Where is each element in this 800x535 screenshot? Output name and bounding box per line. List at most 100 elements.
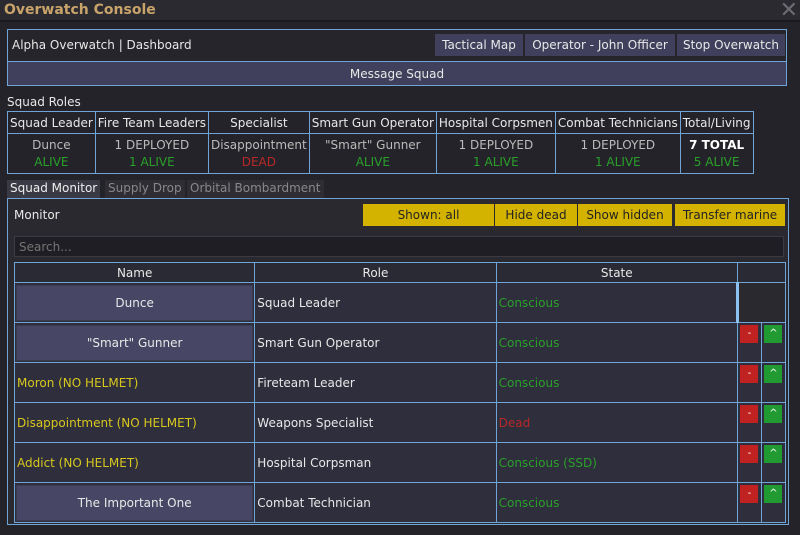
role-value: 7 TOTAL bbox=[689, 137, 745, 152]
role-header: Role bbox=[254, 262, 497, 283]
promote-button[interactable]: ^ bbox=[764, 484, 783, 503]
role-cell: Disappointment DEAD bbox=[207, 133, 310, 174]
name-cell: Addict (NO HELMET) bbox=[13, 442, 256, 483]
demote-cell: - bbox=[736, 482, 762, 523]
role-status: 5 ALIVE bbox=[693, 154, 740, 169]
squad-roles-table: Squad Leader Fire Team Leaders Specialist S… bbox=[7, 111, 754, 174]
role-cell: 1 DEPLOYED 1 ALIVE bbox=[435, 133, 556, 174]
role-value: 1 DEPLOYED bbox=[458, 137, 534, 152]
role-value: Dunce bbox=[32, 137, 71, 152]
monitor-panel: Monitor Shown: all Hide dead Show hidden… bbox=[7, 198, 789, 525]
state-cell: Conscious bbox=[495, 282, 738, 323]
show-hidden-button[interactable]: Show hidden bbox=[578, 204, 672, 226]
promote-button[interactable]: ^ bbox=[764, 324, 783, 343]
table-row: Dunce Squad Leader Conscious bbox=[13, 282, 787, 323]
squad-roles-label: Squad Roles bbox=[7, 95, 81, 109]
role-header: Squad Leader bbox=[7, 111, 96, 134]
name-cell: Dunce bbox=[13, 282, 256, 323]
monitor-label: Monitor bbox=[14, 208, 60, 222]
demote-cell: - bbox=[736, 362, 762, 403]
search-input[interactable] bbox=[14, 236, 784, 257]
message-squad-button[interactable]: Message Squad bbox=[8, 61, 786, 85]
promote-cell: ^ bbox=[760, 362, 787, 403]
state-header: State bbox=[495, 262, 738, 283]
role-status: 1 ALIVE bbox=[129, 154, 175, 169]
tab-orbital-bombardment[interactable]: Orbital Bombardment bbox=[187, 180, 324, 198]
marine-name: Moron (NO HELMET) bbox=[17, 375, 139, 390]
state-cell: Dead bbox=[495, 402, 738, 443]
empty-actions-cell bbox=[735, 282, 787, 323]
role-header: Hospital Corpsmen bbox=[435, 111, 556, 134]
promote-button[interactable]: ^ bbox=[764, 444, 783, 463]
hide-dead-button[interactable]: Hide dead bbox=[495, 204, 577, 226]
header-panel: Alpha Overwatch | Dashboard Tactical Map… bbox=[7, 29, 787, 86]
name-cell: Disappointment (NO HELMET) bbox=[13, 402, 256, 443]
marine-name-button[interactable]: The Important One bbox=[16, 484, 254, 521]
demote-button[interactable]: - bbox=[740, 484, 759, 503]
dashboard-title: Alpha Overwatch | Dashboard bbox=[12, 38, 192, 52]
name-cell: "Smart" Gunner bbox=[13, 322, 256, 363]
role-cell: 1 DEPLOYED 1 ALIVE bbox=[554, 133, 681, 174]
demote-cell: - bbox=[736, 322, 762, 363]
role-value: Disappointment bbox=[210, 137, 307, 152]
shown-all-button[interactable]: Shown: all bbox=[363, 204, 494, 226]
state-cell: Conscious bbox=[495, 482, 738, 523]
demote-button[interactable]: - bbox=[740, 364, 759, 383]
demote-cell: - bbox=[736, 442, 762, 483]
table-row: Addict (NO HELMET) Hospital Corpsman Con… bbox=[13, 442, 787, 483]
marine-table: Name Role State Dunce Squad Leader Consc… bbox=[13, 262, 787, 523]
window-title: Overwatch Console bbox=[4, 2, 156, 18]
table-row: Moron (NO HELMET) Fireteam Leader Consci… bbox=[13, 362, 787, 403]
title-bar: Overwatch Console ✕ bbox=[0, 0, 800, 23]
role-status: ALIVE bbox=[34, 154, 69, 169]
role-cell: 7 TOTAL 5 ALIVE bbox=[679, 133, 754, 174]
demote-cell: - bbox=[736, 402, 762, 443]
role-cell: Weapons Specialist bbox=[254, 402, 497, 443]
promote-button[interactable]: ^ bbox=[764, 364, 783, 383]
tab-squad-monitor[interactable]: Squad Monitor bbox=[7, 180, 101, 198]
table-row: "Smart" Gunner Smart Gun Operator Consci… bbox=[13, 322, 787, 363]
table-row: The Important One Combat Technician Cons… bbox=[13, 482, 787, 523]
role-header: Smart Gun Operator bbox=[308, 111, 437, 134]
name-cell: Moron (NO HELMET) bbox=[13, 362, 256, 403]
actions-header bbox=[736, 262, 787, 283]
promote-button[interactable]: ^ bbox=[764, 404, 783, 423]
role-status: 1 ALIVE bbox=[473, 154, 519, 169]
name-header: Name bbox=[13, 262, 256, 283]
stop-overwatch-button[interactable]: Stop Overwatch bbox=[677, 34, 785, 56]
promote-cell: ^ bbox=[760, 322, 787, 363]
marine-name: Addict (NO HELMET) bbox=[17, 455, 139, 470]
role-value: 1 DEPLOYED bbox=[580, 137, 656, 152]
role-status: 1 ALIVE bbox=[594, 154, 641, 169]
close-icon[interactable]: ✕ bbox=[780, 0, 798, 23]
state-cell: Conscious (SSD) bbox=[495, 442, 738, 483]
role-cell: Squad Leader bbox=[254, 282, 497, 323]
role-cell: Smart Gun Operator bbox=[254, 322, 497, 363]
role-header: Combat Technicians bbox=[554, 111, 681, 134]
marine-name-button[interactable]: "Smart" Gunner bbox=[16, 324, 254, 361]
demote-button[interactable]: - bbox=[740, 444, 759, 463]
operator-button[interactable]: Operator - John Officer bbox=[525, 34, 675, 56]
table-row: Disappointment (NO HELMET) Weapons Speci… bbox=[13, 402, 787, 443]
tactical-map-button[interactable]: Tactical Map bbox=[435, 34, 523, 56]
state-cell: Conscious bbox=[495, 362, 738, 403]
marine-name: Disappointment (NO HELMET) bbox=[17, 415, 197, 430]
demote-button[interactable]: - bbox=[740, 404, 759, 423]
role-value: "Smart" Gunner bbox=[325, 137, 421, 152]
role-cell: Combat Technician bbox=[254, 482, 497, 523]
transfer-marine-button[interactable]: Transfer marine bbox=[675, 204, 785, 226]
marine-name-button[interactable]: Dunce bbox=[16, 284, 254, 321]
role-header: Total/Living bbox=[679, 111, 754, 134]
state-cell: Conscious bbox=[495, 322, 738, 363]
role-cell: 1 DEPLOYED 1 ALIVE bbox=[94, 133, 209, 174]
demote-button[interactable]: - bbox=[740, 324, 759, 343]
role-status: DEAD bbox=[241, 154, 276, 169]
tab-supply-drop[interactable]: Supply Drop bbox=[105, 180, 185, 198]
role-cell: Dunce ALIVE bbox=[7, 133, 96, 174]
role-status: ALIVE bbox=[355, 154, 390, 169]
promote-cell: ^ bbox=[760, 442, 787, 483]
promote-cell: ^ bbox=[760, 402, 787, 443]
name-cell: The Important One bbox=[13, 482, 256, 523]
role-cell: Fireteam Leader bbox=[254, 362, 497, 403]
role-header: Specialist bbox=[207, 111, 310, 134]
